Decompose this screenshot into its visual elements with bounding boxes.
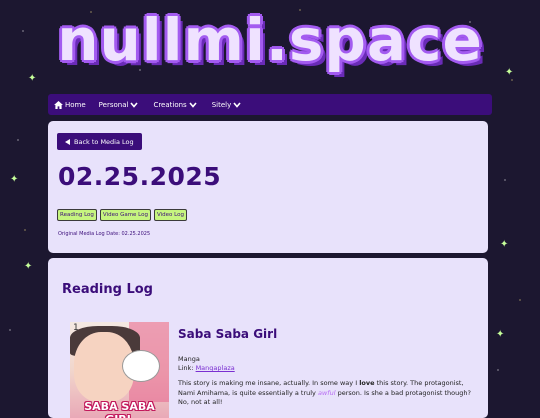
section-title: Reading Log [62,282,153,297]
nav-item-creations[interactable]: Creations [153,101,198,109]
sparkle-icon: ✦ [28,73,37,84]
log-tags: Reading Log Video Game Log Video Log [57,209,187,221]
entry-link: Link: Mangaplaza [178,364,235,372]
sparkle-icon: ✦ [500,239,509,250]
manga-cover-image: 1 SABA SABA GIRL [70,322,169,418]
reading-log-card: Reading Log 1 SABA SABA GIRL Saba Saba G… [48,258,488,418]
entry-link-label: Link: [178,364,196,372]
desc-text: This story is making me insane, actually… [178,379,360,387]
tag-reading-log[interactable]: Reading Log [57,209,97,221]
chevron-down-icon [233,101,241,108]
mangaplaza-link[interactable]: Mangaplaza [196,364,235,372]
main-nav: Home Personal Creations Sitely [48,94,492,115]
original-date: Original Media Log Date: 02.25.2025 [58,231,151,237]
chevron-down-icon [130,101,139,108]
entry-type: Manga [178,355,200,363]
sparkle-icon: ✦ [24,261,33,272]
cover-volume-number: 1 [73,323,79,333]
page-title: 02.25.2025 [58,162,222,191]
nav-item-label: Personal [98,100,129,109]
nav-item-label: Sitely [211,100,232,109]
desc-emphasis: awful [317,388,336,397]
nav-item-sitely[interactable]: Sitely [212,101,244,109]
back-to-media-log-button[interactable]: Back to Media Log [57,133,142,150]
date-header-card: Back to Media Log 02.25.2025 Reading Log… [48,121,488,253]
tag-video-log[interactable]: Video Log [154,209,187,221]
desc-bold: love [359,379,375,387]
nav-item-home[interactable]: Home [54,100,86,109]
entry-description: This story is making me insane, actually… [178,379,478,408]
home-icon [54,100,63,109]
sparkle-icon: ✦ [10,174,19,185]
tag-video-game-log[interactable]: Video Game Log [99,209,152,221]
nav-item-personal[interactable]: Personal [99,101,141,109]
sparkle-icon: ✦ [496,329,505,340]
cover-title: SABA SABA GIRL [84,400,155,418]
nav-item-label: Creations [153,100,187,109]
nav-item-label: Home [65,100,86,109]
back-button-label: Back to Media Log [74,137,134,146]
site-logo[interactable]: nullmi.space [0,6,540,74]
chevron-down-icon [189,101,197,108]
back-arrow-icon [65,138,70,145]
entry-title: Saba Saba Girl [178,327,278,341]
